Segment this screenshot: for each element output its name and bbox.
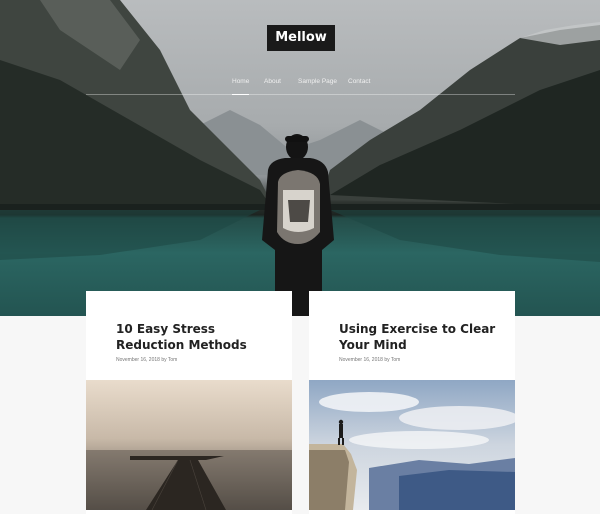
- post-by: by: [161, 357, 167, 363]
- pier-photo: [86, 380, 292, 510]
- post-date[interactable]: November 16, 2018: [116, 357, 160, 363]
- hero-banner: Mellow Home About Sample Page Contact: [0, 0, 600, 316]
- post-author[interactable]: Tom: [391, 357, 400, 363]
- site-title[interactable]: Mellow: [267, 25, 335, 51]
- post-date[interactable]: November 16, 2018: [339, 357, 383, 363]
- post-card: 10 Easy Stress Reduction Methods Novembe…: [86, 291, 292, 514]
- post-author[interactable]: Tom: [168, 357, 177, 363]
- post-meta: November 16, 2018 by Tom: [116, 357, 177, 364]
- post-meta: November 16, 2018 by Tom: [339, 357, 400, 364]
- nav-sample-page[interactable]: Sample Page: [298, 77, 337, 95]
- cliff-photo: [309, 380, 515, 510]
- post-by: by: [384, 357, 390, 363]
- post-title[interactable]: 10 Easy Stress Reduction Methods: [116, 321, 276, 353]
- nav-about[interactable]: About: [264, 77, 281, 95]
- post-thumbnail[interactable]: [86, 380, 292, 510]
- post-thumbnail[interactable]: [309, 380, 515, 510]
- nav-contact[interactable]: Contact: [348, 77, 370, 95]
- nav-home[interactable]: Home: [232, 77, 250, 95]
- post-title[interactable]: Using Exercise to Clear Your Mind: [339, 321, 499, 353]
- post-card: Using Exercise to Clear Your Mind Novemb…: [309, 291, 515, 514]
- main-nav: Home About Sample Page Contact: [86, 77, 515, 95]
